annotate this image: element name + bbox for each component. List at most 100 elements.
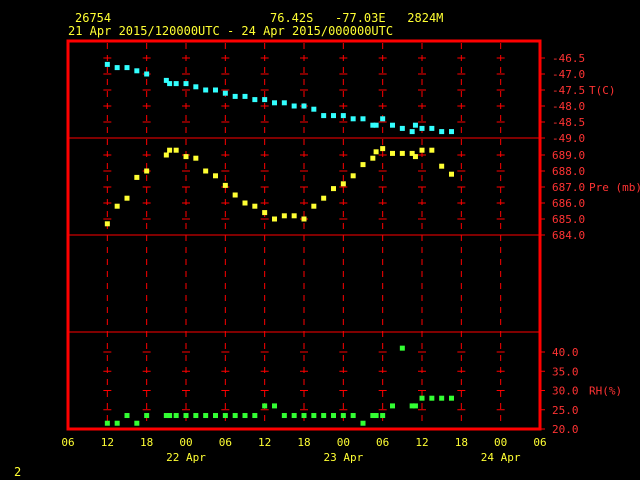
x-tick-label: 12 <box>101 436 114 449</box>
data-point <box>183 413 189 419</box>
data-point <box>390 150 395 156</box>
data-point <box>350 413 356 419</box>
data-point <box>232 93 238 99</box>
data-point <box>429 125 435 131</box>
x-tick-label: 12 <box>258 436 271 449</box>
data-point <box>301 216 307 222</box>
data-point <box>331 413 336 419</box>
y-tick-label: -47.0 <box>552 68 585 81</box>
data-point <box>232 192 238 198</box>
data-point <box>449 129 454 135</box>
data-point <box>419 395 425 401</box>
data-point <box>134 420 140 426</box>
data-point <box>213 173 218 179</box>
data-point <box>262 210 268 216</box>
x-tick-label: 18 <box>297 436 310 449</box>
panel-label: Pre (mb) <box>589 181 640 194</box>
data-point <box>163 152 169 158</box>
data-point <box>242 413 248 419</box>
x-date-label: 22 Apr <box>166 451 206 464</box>
data-point <box>173 81 179 87</box>
x-date-label: 23 Apr <box>323 451 363 464</box>
data-point <box>380 146 386 152</box>
x-date-label: 24 Apr <box>481 451 521 464</box>
data-point <box>124 65 130 71</box>
data-point <box>281 213 287 219</box>
data-point <box>144 168 150 174</box>
y-tick-label: -47.5 <box>552 84 585 97</box>
data-point <box>114 420 120 426</box>
data-point <box>419 147 425 153</box>
data-point <box>242 200 248 206</box>
data-point <box>350 173 356 179</box>
x-tick-label: 06 <box>533 436 546 449</box>
data-point <box>380 116 386 122</box>
data-point <box>311 106 317 112</box>
x-tick-label: 18 <box>140 436 153 449</box>
x-tick-label: 06 <box>219 436 232 449</box>
data-point <box>272 216 277 222</box>
data-point <box>222 90 228 96</box>
data-point <box>360 116 366 122</box>
data-point <box>262 403 268 409</box>
data-point <box>232 413 238 419</box>
x-tick-label: 06 <box>61 436 74 449</box>
x-tick-label: 18 <box>455 436 468 449</box>
panel-label: T(C) <box>589 84 616 97</box>
data-point <box>242 93 248 99</box>
data-point <box>272 403 277 409</box>
data-point <box>281 100 287 106</box>
data-point <box>419 125 425 131</box>
data-point <box>399 345 405 351</box>
y-tick-label: -46.5 <box>552 52 585 65</box>
data-point <box>439 129 445 135</box>
x-tick-label: 12 <box>415 436 428 449</box>
y-tick-label: 685.0 <box>552 213 585 226</box>
meteogram-screen: 26754 76.42S -77.03E 2824M 21 Apr 2015/1… <box>0 0 640 480</box>
panel-label: RH(%) <box>589 385 622 398</box>
data-point <box>203 87 209 93</box>
data-point <box>167 147 173 153</box>
data-point <box>373 122 379 128</box>
data-point <box>173 147 179 153</box>
data-point <box>380 413 386 419</box>
data-point <box>340 113 346 119</box>
data-point <box>291 213 297 219</box>
data-point <box>134 68 140 74</box>
data-point <box>429 147 435 153</box>
data-point <box>144 71 150 77</box>
data-point <box>213 413 218 419</box>
data-point <box>340 413 346 419</box>
data-point <box>412 403 418 409</box>
data-point <box>291 413 297 419</box>
data-point <box>203 413 209 419</box>
x-tick-label: 00 <box>494 436 507 449</box>
data-point <box>360 420 366 426</box>
data-point <box>340 181 346 187</box>
data-point <box>193 84 199 90</box>
data-point <box>301 103 307 109</box>
data-point <box>412 154 418 160</box>
y-tick-label: -48.0 <box>552 100 585 113</box>
data-point <box>203 168 209 174</box>
y-tick-label: 35.0 <box>552 365 579 378</box>
data-point <box>321 113 327 119</box>
y-tick-label: -49.0 <box>552 132 585 145</box>
data-point <box>173 413 179 419</box>
y-tick-label: 25.0 <box>552 404 579 417</box>
data-point <box>104 420 110 426</box>
x-tick-label: 00 <box>337 436 350 449</box>
meteogram-chart: -46.5 -47.0 -47.5 -48.0 -48.5 -49.0 T(C) 689.0 6… <box>61 39 640 464</box>
data-point <box>252 97 258 103</box>
data-point <box>144 413 150 419</box>
data-point <box>167 413 173 419</box>
data-point <box>114 203 120 209</box>
data-point <box>449 171 454 177</box>
data-point <box>439 395 445 401</box>
data-point <box>252 413 258 419</box>
data-point <box>134 174 140 180</box>
x-tick-label: 06 <box>376 436 389 449</box>
x-tick-label: 00 <box>179 436 192 449</box>
y-tick-label: 684.0 <box>552 229 585 242</box>
data-point <box>252 203 258 209</box>
